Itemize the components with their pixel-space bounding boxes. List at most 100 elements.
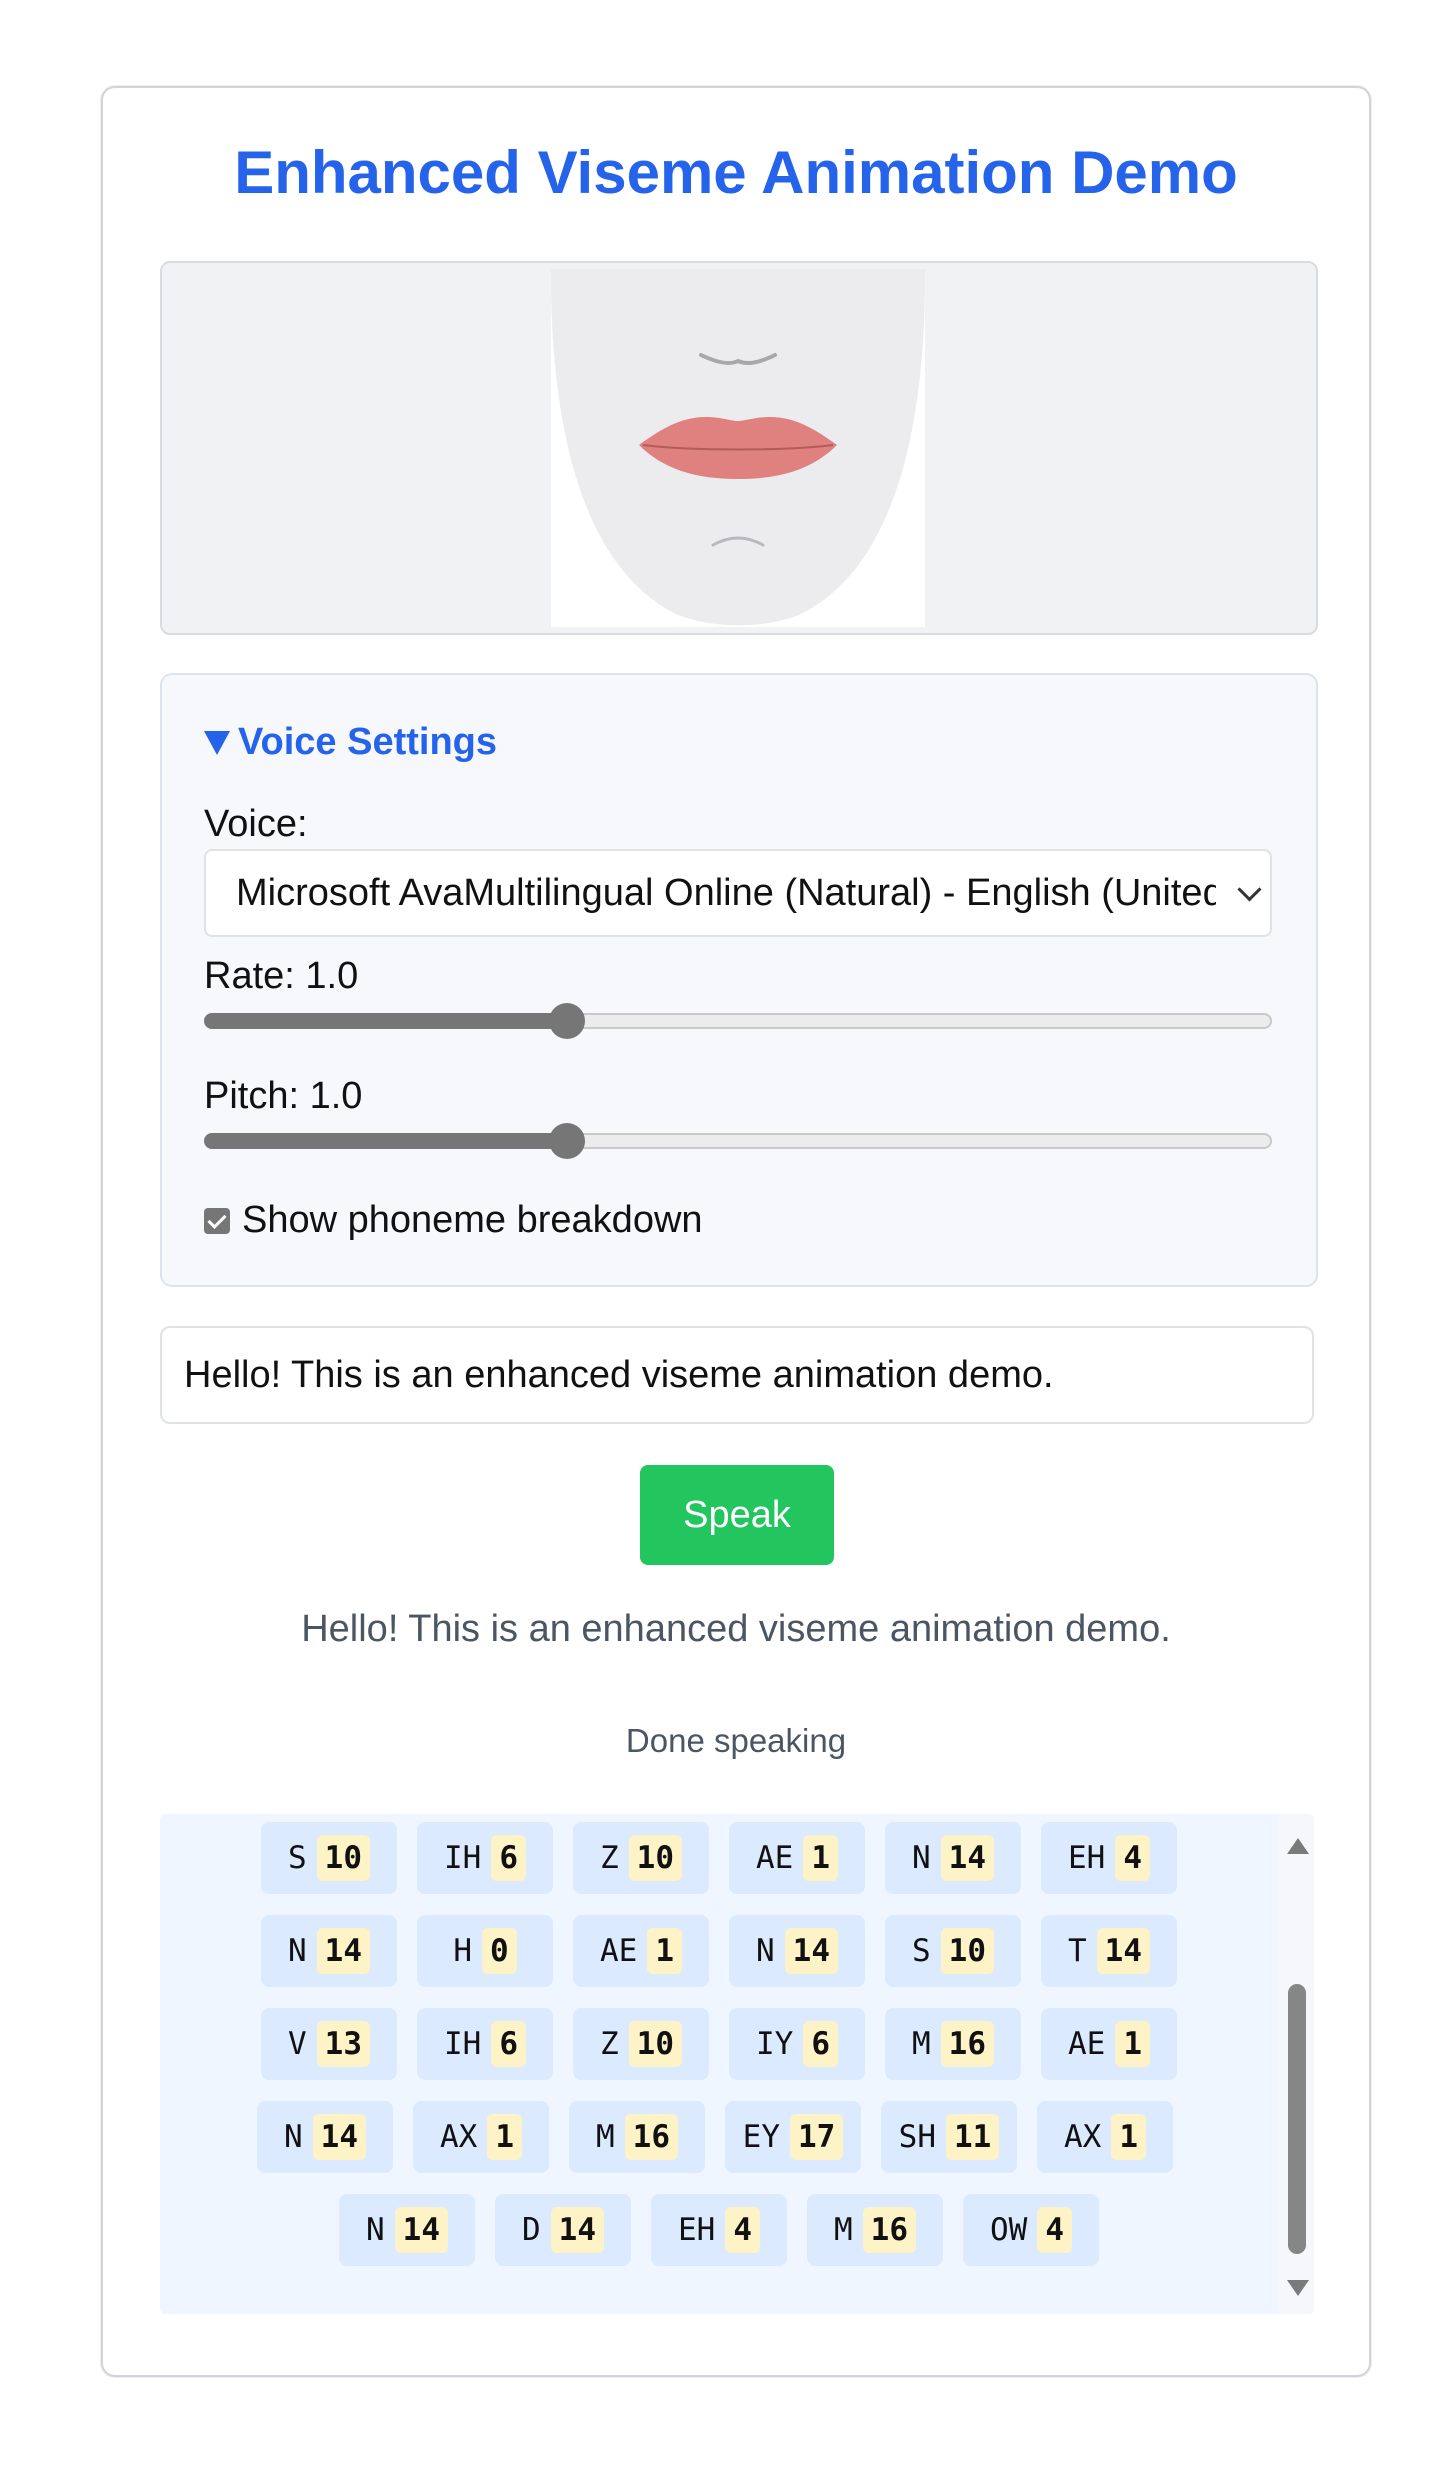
phoneme-row: S 10 IH 6 Z 10 AE 1 N 14 EH 4	[160, 1822, 1278, 1894]
phoneme-row: N 14 H 0 AE 1 N 14 S 10 T 14	[160, 1915, 1278, 1987]
viseme-id-badge: 14	[312, 2114, 366, 2160]
pitch-slider-thumb[interactable]	[549, 1123, 586, 1159]
phoneme-chip: S 10	[885, 1915, 1021, 1987]
phoneme-scrollbar[interactable]	[1278, 1814, 1314, 2314]
voice-settings-panel: Voice Settings Voice: Microsoft AvaMulti…	[160, 673, 1318, 1287]
voice-settings-toggle[interactable]: Voice Settings	[204, 721, 497, 764]
viseme-id-badge: 13	[316, 2021, 370, 2067]
phoneme-symbol: S	[912, 1933, 931, 1969]
rate-label: Rate: 1.0	[204, 955, 359, 997]
voice-select[interactable]: Microsoft AvaMultilingual Online (Natura…	[204, 849, 1272, 937]
scrollbar-thumb[interactable]	[1288, 1984, 1306, 2254]
viseme-id-badge: 1	[803, 1835, 838, 1881]
show-breakdown-label: Show phoneme breakdown	[242, 1199, 703, 1241]
phoneme-row: N 14 D 14 EH 4 M 16 OW 4	[160, 2194, 1278, 2266]
viseme-id-badge: 14	[550, 2207, 604, 2253]
face-stage	[160, 261, 1318, 635]
phoneme-chip: AE 1	[729, 1822, 865, 1894]
phoneme-symbol: T	[1068, 1933, 1087, 1969]
phoneme-chip: IH 6	[417, 2008, 553, 2080]
phoneme-chip: AX 1	[1037, 2101, 1173, 2173]
phoneme-chip: SH 11	[881, 2101, 1017, 2173]
viseme-id-badge: 4	[725, 2207, 760, 2253]
phoneme-symbol: EH	[678, 2212, 716, 2248]
page-title: Enhanced Viseme Animation Demo	[234, 139, 1238, 206]
voice-settings-label: Voice Settings	[238, 721, 498, 763]
scroll-up-arrow-icon[interactable]	[1287, 1838, 1309, 1854]
viseme-id-badge: 14	[394, 2207, 448, 2253]
phoneme-symbol: Z	[600, 1840, 619, 1876]
pitch-label: Pitch: 1.0	[204, 1075, 363, 1117]
show-breakdown-checkbox-row[interactable]: Show phoneme breakdown	[204, 1199, 703, 1242]
phoneme-symbol: SH	[898, 2119, 936, 2155]
phoneme-chip: V 13	[261, 2008, 397, 2080]
phoneme-symbol: N	[912, 1840, 931, 1876]
phoneme-symbol: N	[284, 2119, 303, 2155]
viseme-id-badge: 4	[1115, 1835, 1150, 1881]
phoneme-symbol: OW	[990, 2212, 1028, 2248]
viseme-id-badge: 10	[316, 1835, 370, 1881]
speak-button[interactable]: Speak	[640, 1465, 834, 1565]
phoneme-breakdown: S 10 IH 6 Z 10 AE 1 N 14 EH 4 N 14 H 0 AE 1 N 14 S 10 T 14 V 13 IH…	[160, 1814, 1314, 2314]
phoneme-symbol: S	[288, 1840, 307, 1876]
phoneme-row: V 13 IH 6 Z 10 IY 6 M 16 AE 1	[160, 2008, 1278, 2080]
viseme-id-badge: 14	[316, 1928, 370, 1974]
phoneme-symbol: AX	[440, 2119, 478, 2155]
phoneme-chip: AE 1	[573, 1915, 709, 1987]
status-text: Done speaking	[625, 1722, 847, 1759]
speech-text-input[interactable]: Hello! This is an enhanced viseme animat…	[160, 1326, 1314, 1424]
phoneme-chip: AE 1	[1041, 2008, 1177, 2080]
phoneme-chip: H0	[417, 1915, 553, 1987]
viseme-id-badge: 14	[940, 1835, 994, 1881]
phoneme-symbol: AE	[756, 1840, 794, 1876]
viseme-id-badge: 14	[1096, 1928, 1150, 1974]
phoneme-chip: IY 6	[729, 2008, 865, 2080]
rate-slider-thumb[interactable]	[549, 1003, 586, 1039]
phoneme-symbol: AE	[1068, 2026, 1106, 2062]
phoneme-symbol: M	[596, 2119, 615, 2155]
phoneme-chip: M 16	[885, 2008, 1021, 2080]
face-illustration	[551, 269, 925, 626]
phoneme-chip: N 14	[261, 1915, 397, 1987]
pitch-slider-fill	[204, 1133, 568, 1149]
scroll-down-arrow-icon[interactable]	[1287, 2280, 1309, 2296]
demo-card: Enhanced Viseme Animation Demo Voice Set…	[101, 86, 1371, 2377]
viseme-id-badge: 14	[784, 1928, 838, 1974]
voice-select-value: Microsoft AvaMultilingual Online (Natura…	[236, 872, 1216, 914]
phoneme-symbol: N	[366, 2212, 385, 2248]
phoneme-symbol: AX	[1064, 2119, 1102, 2155]
phoneme-symbol: V	[288, 2026, 307, 2062]
pitch-slider[interactable]	[204, 1123, 1272, 1159]
phoneme-symbol: N	[288, 1933, 307, 1969]
viseme-id-badge: 16	[940, 2021, 994, 2067]
phoneme-symbol: Z	[600, 2026, 619, 2062]
phoneme-symbol: N	[756, 1933, 775, 1969]
viseme-id-badge: 16	[862, 2207, 916, 2253]
viseme-id-badge: 1	[487, 2114, 522, 2160]
rate-slider-fill	[204, 1013, 568, 1029]
phoneme-symbol: EY	[742, 2119, 780, 2155]
phoneme-chip: EY 17	[725, 2101, 861, 2173]
viseme-id-badge: 1	[1115, 2021, 1150, 2067]
viseme-id-badge: 4	[1037, 2207, 1072, 2253]
chevron-down-icon	[1237, 877, 1262, 902]
viseme-id-badge: 6	[491, 1835, 526, 1881]
viseme-id-badge: 10	[940, 1928, 994, 1974]
checkbox-checked-icon[interactable]	[204, 1207, 230, 1234]
viseme-id-badge: 10	[628, 1835, 682, 1881]
rate-slider[interactable]	[204, 1003, 1272, 1039]
phoneme-chip: AX 1	[413, 2101, 549, 2173]
phoneme-chip: Z 10	[573, 2008, 709, 2080]
phoneme-chip: OW 4	[963, 2194, 1099, 2266]
viseme-id-badge: 16	[624, 2114, 678, 2160]
phoneme-symbol: D	[522, 2212, 541, 2248]
phoneme-chip: M 16	[807, 2194, 943, 2266]
phoneme-chip: N 14	[729, 1915, 865, 1987]
disclosure-triangle-icon	[204, 730, 230, 755]
phoneme-symbol: IH	[444, 2026, 482, 2062]
phoneme-symbol: H	[453, 1933, 472, 1969]
phoneme-chip: EH 4	[1041, 1822, 1177, 1894]
phoneme-symbol: AE	[600, 1933, 638, 1969]
viseme-id-badge: 11	[946, 2114, 1000, 2160]
phoneme-chip: N 14	[257, 2101, 393, 2173]
